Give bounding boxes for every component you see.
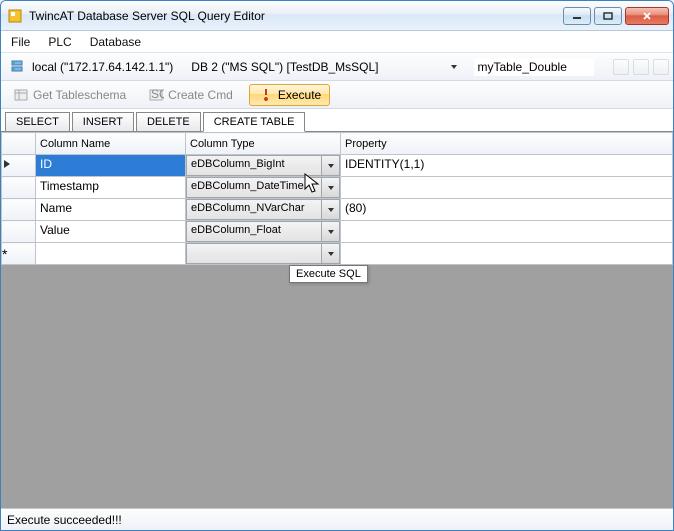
cell-name[interactable] bbox=[36, 243, 186, 265]
cell-type[interactable]: eDBColumn_NVarChar bbox=[186, 199, 341, 221]
sql-icon: SQL bbox=[148, 87, 164, 103]
grid-row: Name eDBColumn_NVarChar (80) bbox=[2, 199, 673, 221]
row-indicator[interactable] bbox=[2, 199, 36, 221]
chevron-down-icon[interactable] bbox=[322, 177, 340, 198]
tab-delete[interactable]: DELETE bbox=[136, 112, 201, 132]
cell-type[interactable]: eDBColumn_Float bbox=[186, 221, 341, 243]
status-text: Execute succeeded!!! bbox=[7, 513, 122, 527]
menu-plc[interactable]: PLC bbox=[48, 35, 71, 49]
db-value: DB 2 ("MS SQL") [TestDB_MsSQL] bbox=[191, 60, 378, 74]
schema-icon bbox=[13, 87, 29, 103]
window-buttons bbox=[563, 7, 669, 25]
get-tableschema-button[interactable]: Get Tableschema bbox=[7, 85, 132, 105]
status-bar: Execute succeeded!!! bbox=[1, 508, 673, 530]
execute-button[interactable]: Execute bbox=[249, 84, 330, 106]
table-input[interactable] bbox=[474, 58, 594, 76]
svg-text:SQL: SQL bbox=[151, 87, 164, 101]
window-title: TwincAT Database Server SQL Query Editor bbox=[29, 9, 563, 23]
grid-new-row: * bbox=[2, 243, 673, 265]
cell-name[interactable]: Name bbox=[36, 199, 186, 221]
create-cmd-button[interactable]: SQL Create Cmd bbox=[142, 85, 239, 105]
cell-type[interactable] bbox=[186, 243, 341, 265]
chevron-down-icon bbox=[449, 60, 459, 74]
hdr-property[interactable]: Property bbox=[341, 133, 673, 155]
local-field: local ("172.17.64.142.1.1") bbox=[5, 56, 180, 78]
maximize-button[interactable] bbox=[594, 7, 622, 25]
table-field bbox=[470, 56, 598, 78]
content-area: Column Name Column Type Property ID eDBC… bbox=[1, 131, 673, 508]
cell-name[interactable]: ID bbox=[36, 155, 186, 177]
columns-grid: Column Name Column Type Property ID eDBC… bbox=[1, 132, 673, 265]
local-value: local ("172.17.64.142.1.1") bbox=[32, 60, 173, 74]
minimize-button[interactable] bbox=[563, 7, 591, 25]
grid-header-row: Column Name Column Type Property bbox=[2, 133, 673, 155]
grid-row: Value eDBColumn_Float bbox=[2, 221, 673, 243]
row-header-blank bbox=[2, 133, 36, 155]
db-dropdown[interactable]: DB 2 ("MS SQL") [TestDB_MsSQL] bbox=[188, 58, 461, 76]
execute-tooltip: Execute SQL bbox=[289, 265, 368, 283]
title-bar: TwincAT Database Server SQL Query Editor bbox=[1, 1, 673, 31]
get-tableschema-label: Get Tableschema bbox=[33, 88, 126, 102]
hdr-column-name[interactable]: Column Name bbox=[36, 133, 186, 155]
chevron-down-icon[interactable] bbox=[322, 155, 340, 176]
tab-insert[interactable]: INSERT bbox=[72, 112, 134, 132]
create-cmd-label: Create Cmd bbox=[168, 88, 233, 102]
row-indicator[interactable] bbox=[2, 221, 36, 243]
cell-prop[interactable] bbox=[341, 177, 673, 199]
cell-name[interactable]: Timestamp bbox=[36, 177, 186, 199]
grid-row: ID eDBColumn_BigInt IDENTITY(1,1) bbox=[2, 155, 673, 177]
server-icon bbox=[9, 59, 25, 75]
tool-icon-2[interactable] bbox=[633, 59, 649, 75]
cell-name[interactable]: Value bbox=[36, 221, 186, 243]
chevron-down-icon[interactable] bbox=[322, 221, 340, 242]
row-indicator[interactable] bbox=[2, 155, 36, 177]
new-row-indicator[interactable]: * bbox=[2, 243, 36, 265]
row-indicator[interactable] bbox=[2, 177, 36, 199]
tab-create-table[interactable]: CREATE TABLE bbox=[203, 112, 306, 132]
menu-database[interactable]: Database bbox=[90, 35, 141, 49]
db-field: DB 2 ("MS SQL") [TestDB_MsSQL] bbox=[184, 56, 465, 78]
toolbar-right-icons bbox=[613, 59, 669, 75]
grid-row: Timestamp eDBColumn_DateTime bbox=[2, 177, 673, 199]
tool-icon-1[interactable] bbox=[613, 59, 629, 75]
chevron-down-icon[interactable] bbox=[322, 243, 340, 264]
execute-label: Execute bbox=[278, 88, 321, 102]
cell-prop[interactable] bbox=[341, 243, 673, 265]
cell-prop[interactable]: (80) bbox=[341, 199, 673, 221]
cell-prop[interactable]: IDENTITY(1,1) bbox=[341, 155, 673, 177]
cell-prop[interactable] bbox=[341, 221, 673, 243]
menu-file[interactable]: File bbox=[11, 35, 30, 49]
tool-icon-3[interactable] bbox=[653, 59, 669, 75]
tab-select[interactable]: SELECT bbox=[5, 112, 70, 132]
connection-toolbar: local ("172.17.64.142.1.1") DB 2 ("MS SQ… bbox=[1, 53, 673, 81]
close-button[interactable] bbox=[625, 7, 669, 25]
query-tabs: SELECT INSERT DELETE CREATE TABLE bbox=[1, 109, 673, 131]
chevron-down-icon[interactable] bbox=[322, 199, 340, 220]
app-window: TwincAT Database Server SQL Query Editor… bbox=[0, 0, 674, 531]
app-icon bbox=[7, 8, 23, 24]
action-toolbar: Get Tableschema SQL Create Cmd Execute bbox=[1, 81, 673, 109]
hdr-column-type[interactable]: Column Type bbox=[186, 133, 341, 155]
local-dropdown[interactable]: local ("172.17.64.142.1.1") bbox=[29, 58, 176, 76]
execute-icon bbox=[258, 87, 274, 103]
mouse-cursor bbox=[304, 173, 322, 198]
menubar: File PLC Database bbox=[1, 31, 673, 53]
